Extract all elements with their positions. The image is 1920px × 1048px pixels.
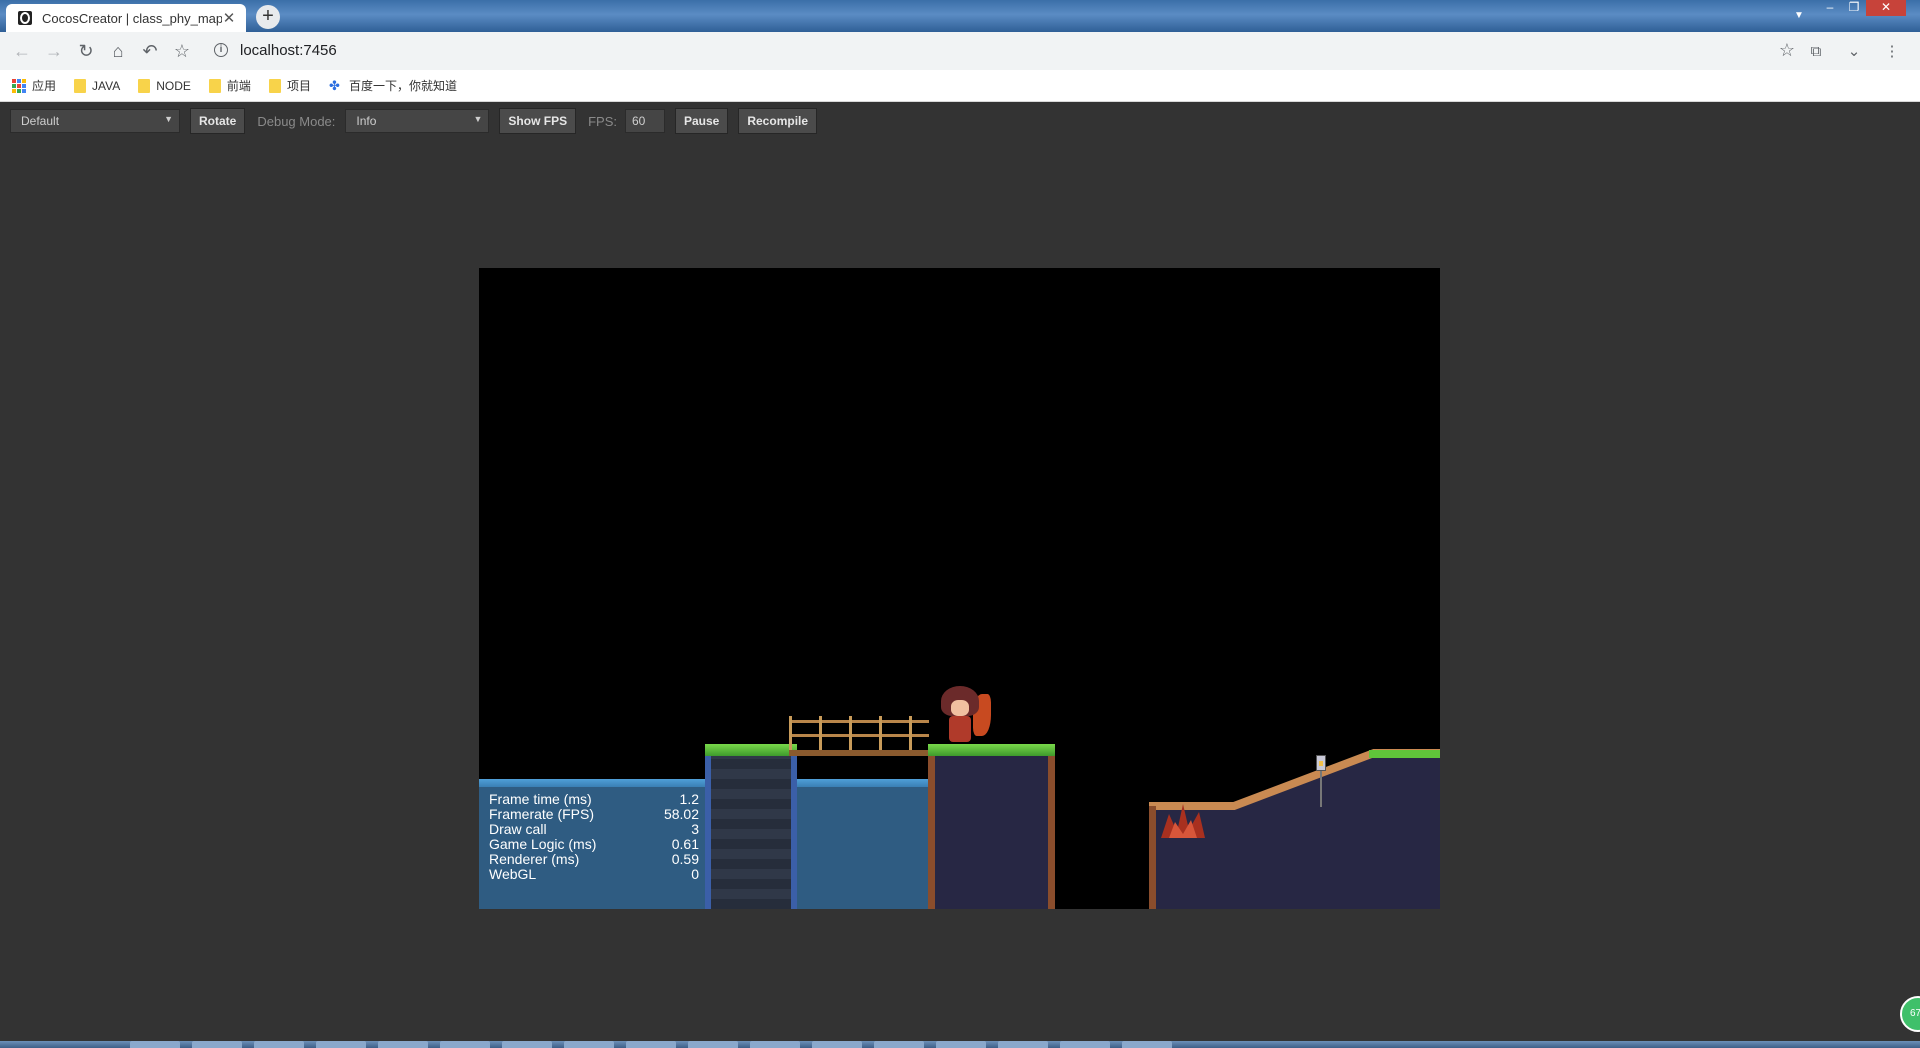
cocos-favicon-icon [18, 11, 32, 25]
stat-row: Draw call 3 [489, 821, 699, 837]
taskbar-app[interactable] [130, 1041, 180, 1048]
bookmark-star-icon[interactable]: ☆ [166, 35, 198, 67]
bookmark-label: 前端 [226, 79, 251, 93]
taskbar-app[interactable] [502, 1041, 552, 1048]
game-canvas[interactable]: Frame time (ms) 1.2 Framerate (FPS) 58.02 … [479, 268, 1440, 909]
address-url[interactable]: localhost:7456 [240, 42, 337, 59]
stat-row: Frame time (ms) 1.2 [489, 791, 699, 807]
taskbar-app[interactable] [936, 1041, 986, 1048]
stone-pillar [705, 746, 797, 909]
dropdown-arrow-icon: ▼ [473, 114, 483, 124]
window-title-bar: CocosCreator | class_phy_map ✕ + ▼ – ❐ ✕ [0, 0, 1920, 32]
bookmark-label: 应用 [32, 79, 57, 93]
rotate-button[interactable]: Rotate [190, 108, 246, 134]
minimize-icon[interactable]: – [1818, 0, 1842, 16]
stat-row: Framerate (FPS) 58.02 [489, 806, 699, 822]
apps-grid-icon [12, 78, 26, 93]
taskbar-app[interactable] [316, 1041, 366, 1048]
home-icon[interactable]: ⌂ [102, 35, 134, 67]
taskbar-app[interactable] [688, 1041, 738, 1048]
bookmark-baidu[interactable]: ✤ 百度一下，你就知道 [329, 77, 457, 94]
debug-stats-panel: Frame time (ms) 1.2 Framerate (FPS) 58.02 … [489, 792, 699, 882]
back-arrow-icon[interactable]: ← [6, 35, 38, 67]
bookmark-folder-projects[interactable]: 项目 [268, 77, 311, 94]
bookmark-label: 百度一下，你就知道 [348, 79, 457, 93]
water-surface [479, 779, 928, 787]
restore-icon[interactable]: ❐ [1842, 0, 1866, 16]
bookmark-apps[interactable]: 应用 [12, 77, 56, 94]
taskbar-app[interactable] [626, 1041, 676, 1048]
bookmark-label: 项目 [286, 79, 311, 93]
taskbar-app[interactable] [192, 1041, 242, 1048]
debug-mode-label: Debug Mode: [257, 113, 336, 129]
bookmarks-bar: 应用 JAVA NODE 前端 项目 ✤ 百度一下，你就知道 [0, 70, 1920, 102]
lantern [1316, 755, 1326, 807]
bookmark-folder-node[interactable]: NODE [138, 78, 191, 93]
browser-tab-active[interactable]: CocosCreator | class_phy_map ✕ [6, 4, 246, 32]
rope-bridge [789, 716, 929, 756]
taskbar-app[interactable] [440, 1041, 490, 1048]
browser-toolbar: ← → ↻ ⌂ ↶ ☆ i localhost:7456 ☆ ⧉ ⌄ ⋮ [0, 32, 1920, 70]
undo-icon[interactable]: ↶ [134, 35, 166, 67]
site-info-icon[interactable]: i [214, 43, 228, 57]
bookmark-folder-java[interactable]: JAVA [74, 78, 121, 93]
taskbar-app[interactable] [1060, 1041, 1110, 1048]
stat-row: Game Logic (ms) 0.61 [489, 836, 699, 852]
taskbar-app[interactable] [874, 1041, 924, 1048]
preview-toolbar: Default ▼ Rotate Debug Mode: Info ▼ Show… [0, 103, 1920, 139]
dropdown-arrow-icon: ▼ [164, 114, 173, 124]
menu-dots-icon[interactable]: ⋮ [1876, 35, 1908, 67]
extensions-chevron-icon[interactable]: ⌄ [1838, 35, 1870, 67]
toolbar-extensions: ⧉ ⌄ ⋮ [1800, 35, 1908, 67]
folder-icon [138, 78, 151, 93]
stat-row: WebGL 0 [489, 866, 699, 882]
window-controls: – ❐ ✕ [1818, 0, 1906, 18]
bookmark-label: JAVA [92, 78, 121, 93]
folder-icon [208, 78, 221, 93]
recompile-button[interactable]: Recompile [738, 108, 818, 134]
fps-input[interactable]: 60 [624, 109, 665, 133]
tab-title: CocosCreator | class_phy_map [42, 10, 222, 26]
grass-ledge-left [705, 744, 797, 756]
pause-button[interactable]: Pause [674, 108, 729, 134]
taskbar-app[interactable] [812, 1041, 862, 1048]
show-fps-button[interactable]: Show FPS [499, 108, 577, 134]
close-window-icon[interactable]: ✕ [1866, 0, 1906, 16]
taskbar-app[interactable] [750, 1041, 800, 1048]
taskbar-app[interactable] [254, 1041, 304, 1048]
cast-icon[interactable]: ⧉ [1800, 35, 1832, 67]
forward-arrow-icon[interactable]: → [38, 35, 70, 67]
bookmark-folder-frontend[interactable]: 前端 [208, 77, 251, 94]
fps-label: FPS: [588, 113, 617, 129]
dirt-column [928, 752, 1055, 909]
stat-row: Renderer (ms) 0.59 [489, 851, 699, 867]
tab-search-icon[interactable]: ▼ [1794, 10, 1804, 21]
player-character [937, 686, 991, 746]
debug-mode-select[interactable]: Info ▼ [345, 109, 490, 133]
device-select[interactable]: Default ▼ [10, 109, 180, 133]
taskbar-app[interactable] [564, 1041, 614, 1048]
folder-icon [268, 78, 281, 93]
reload-icon[interactable]: ↻ [70, 35, 102, 67]
taskbar-app[interactable] [998, 1041, 1048, 1048]
windows-taskbar [0, 1041, 1920, 1048]
speed-badge[interactable]: 67 [1900, 996, 1920, 1032]
tab-close-icon[interactable]: ✕ [222, 9, 236, 27]
device-select-value: Default [21, 114, 60, 128]
baidu-paw-icon: ✤ [328, 77, 340, 93]
taskbar-app[interactable] [378, 1041, 428, 1048]
taskbar-app[interactable] [1122, 1041, 1172, 1048]
new-tab-button[interactable]: + [256, 5, 280, 29]
address-bar[interactable]: i localhost:7456 ☆ [204, 36, 1795, 64]
debug-mode-value: Info [356, 114, 377, 128]
folder-icon [74, 78, 87, 93]
bookmark-label: NODE [156, 78, 191, 93]
bookmark-page-star-icon[interactable]: ☆ [1779, 40, 1795, 61]
red-bush [1161, 804, 1205, 838]
